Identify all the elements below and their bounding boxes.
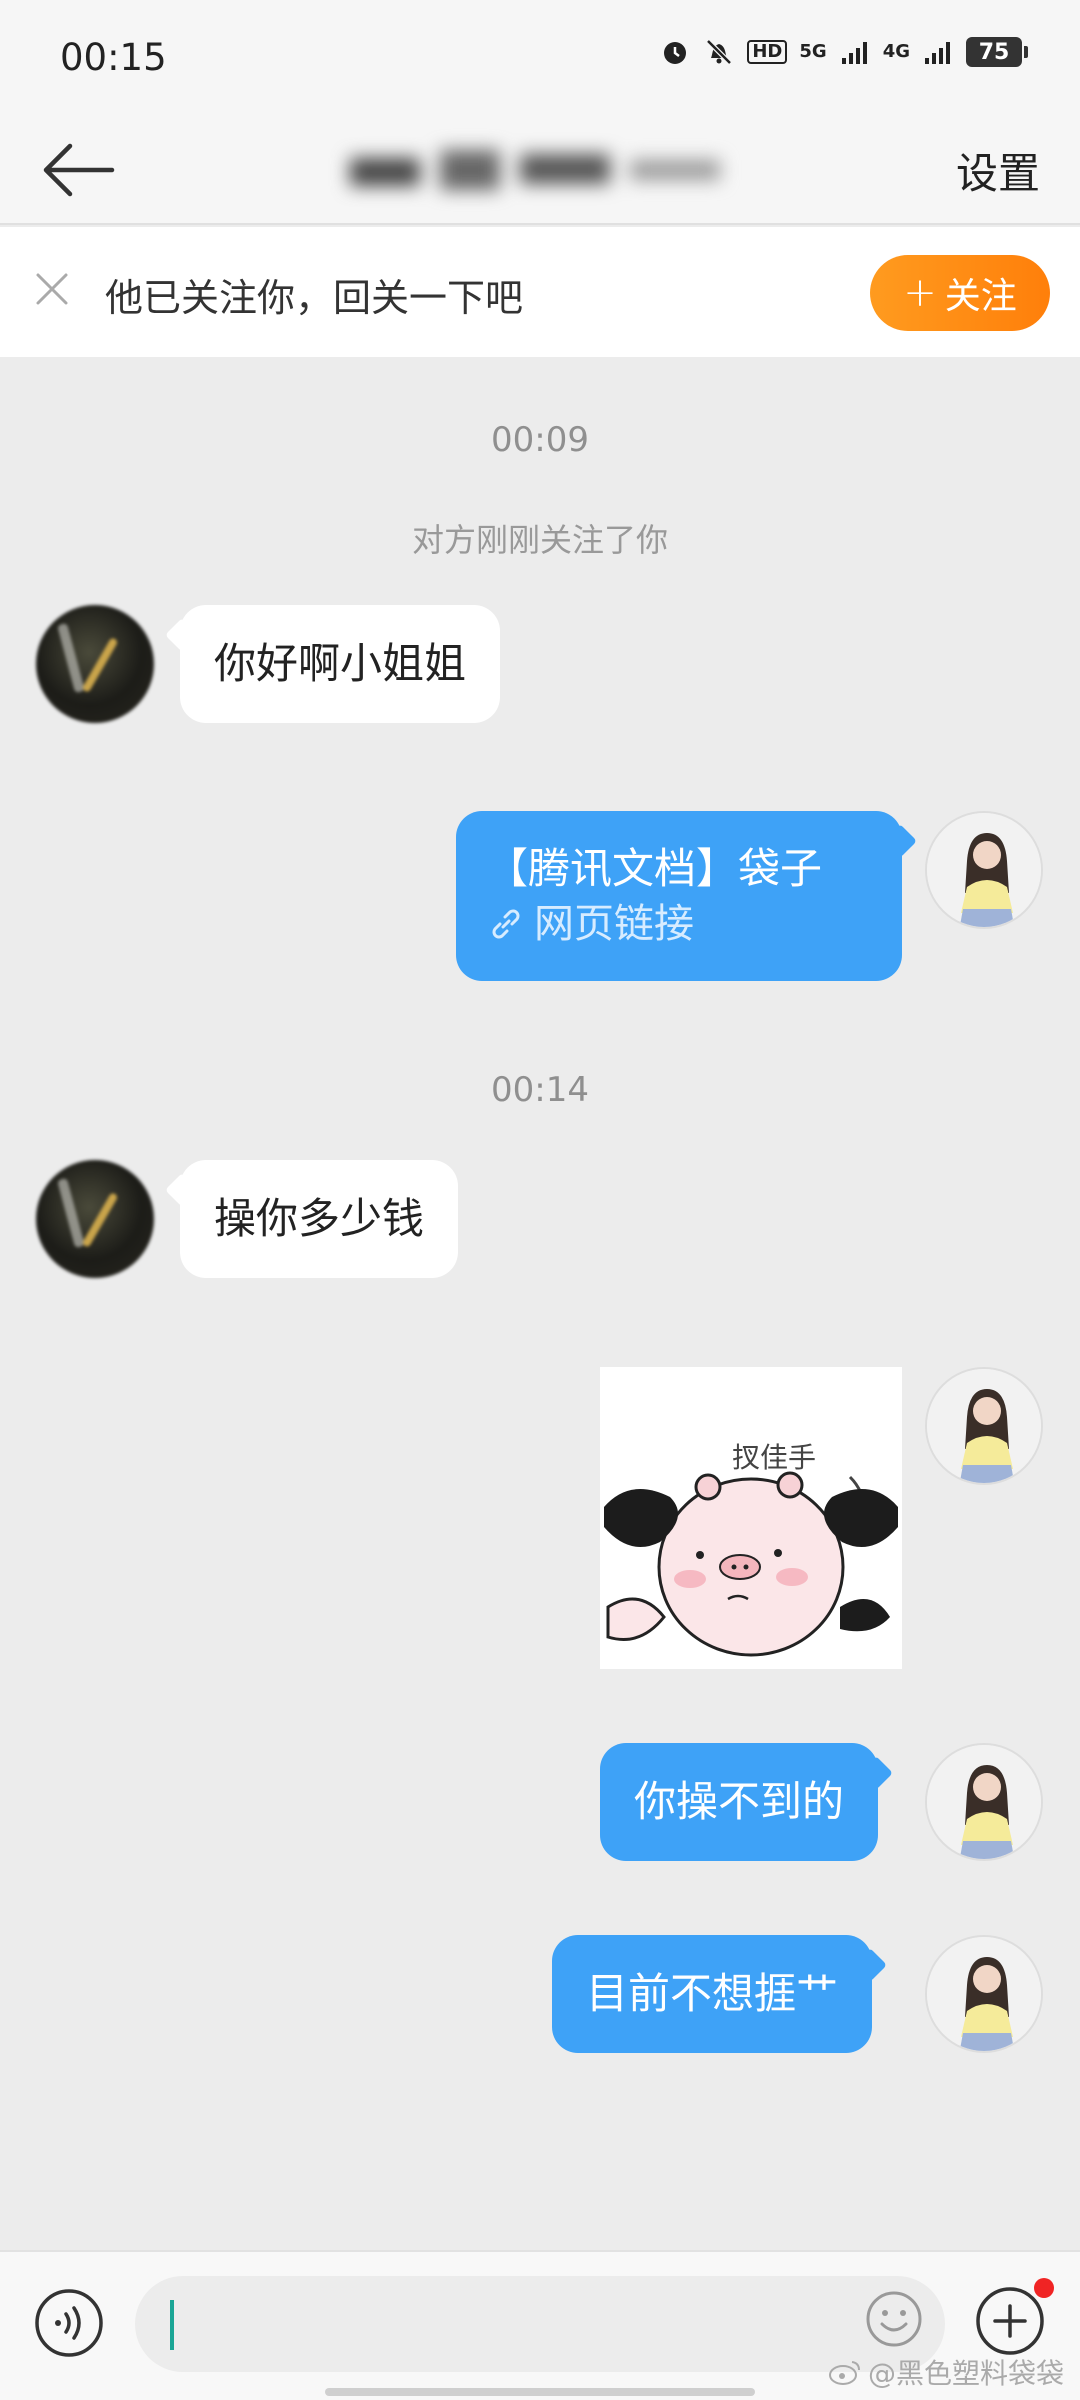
system-message: 对方刚刚关注了你 <box>411 521 668 559</box>
message-text: 你好啊小姐姐 <box>214 638 467 688</box>
redacted-name-mask <box>350 150 720 190</box>
message-bubble-incoming[interactable]: 你好啊小姐姐 <box>180 605 501 723</box>
settings-link[interactable]: 设置 <box>956 135 1040 205</box>
4g-label: 4G <box>882 41 910 62</box>
voice-icon[interactable] <box>34 2288 104 2358</box>
user-photo-icon <box>927 813 1041 927</box>
signal-icon-2 <box>925 42 950 64</box>
message-text: 目前不想捱艹 <box>586 1968 839 2018</box>
watermark-text: @黑色塑料袋袋 <box>867 2357 1064 2390</box>
link-icon <box>492 909 520 939</box>
status-bar: 00:15 HD 5G 4G 75 <box>0 0 1080 115</box>
title-bar: 设置 <box>0 115 1080 225</box>
weibo-icon <box>828 2361 860 2385</box>
link-card-bubble[interactable]: 【腾讯文档】袋子 网页链接 <box>456 811 902 981</box>
follow-button[interactable]: + 关注 <box>870 255 1050 331</box>
user-photo-icon <box>927 1745 1041 1859</box>
pig-sticker-icon: 扠佳手 <box>604 1441 898 1657</box>
contact-avatar[interactable] <box>36 605 154 723</box>
emoji-icon[interactable] <box>865 2290 923 2348</box>
message-input[interactable] <box>135 2276 945 2372</box>
my-avatar[interactable] <box>925 1935 1043 2053</box>
sticker-image[interactable]: 扠佳手 <box>600 1367 902 1669</box>
timestamp: 00:14 <box>491 1070 589 1110</box>
signal-icon <box>841 42 867 64</box>
my-avatar[interactable] <box>925 1367 1043 1485</box>
web-link[interactable]: 网页链接 <box>486 897 694 951</box>
close-banner-button[interactable] <box>30 267 74 311</box>
follow-banner-text: 他已关注你，回关一下吧 <box>105 276 524 320</box>
my-avatar[interactable] <box>925 811 1043 929</box>
battery-icon: 75 <box>966 37 1028 67</box>
5g-label: 5G <box>799 41 827 62</box>
my-avatar[interactable] <box>925 1743 1043 1861</box>
timestamp: 00:09 <box>491 420 589 460</box>
web-link-label: 网页链接 <box>534 901 694 948</box>
notification-dot <box>1034 2278 1054 2298</box>
status-icons: HD 5G 4G 75 <box>659 36 1028 68</box>
home-indicator[interactable] <box>325 2388 755 2396</box>
message-text: 操你多少钱 <box>214 1193 425 1243</box>
link-card-title: 【腾讯文档】袋子 <box>486 843 823 893</box>
follow-banner: 他已关注你，回关一下吧 + 关注 <box>0 227 1080 357</box>
message-bubble-outgoing[interactable]: 目前不想捱艹 <box>552 1935 873 2053</box>
status-time: 00:15 <box>60 36 167 79</box>
message-bubble-outgoing[interactable]: 你操不到的 <box>600 1743 879 1861</box>
alarm-icon <box>664 42 687 64</box>
mute-bell-icon <box>706 39 733 65</box>
follow-button-label: 关注 <box>944 276 1017 317</box>
contact-avatar[interactable] <box>36 1160 154 1278</box>
user-photo-icon <box>927 1937 1041 2051</box>
sticker-caption: 扠佳手 <box>732 1441 816 1474</box>
user-photo-icon <box>927 1369 1041 1483</box>
message-bubble-incoming[interactable]: 操你多少钱 <box>180 1160 459 1278</box>
plus-icon: + <box>903 270 937 316</box>
back-arrow-icon <box>43 143 115 197</box>
watermark: @黑色塑料袋袋 <box>828 2352 1064 2392</box>
message-text: 你操不到的 <box>634 1776 845 1826</box>
chat-title <box>340 135 740 205</box>
text-cursor <box>170 2300 174 2350</box>
hd-indicator: HD <box>747 40 788 64</box>
back-button[interactable] <box>40 137 120 203</box>
close-icon <box>36 273 68 305</box>
plus-icon[interactable] <box>975 2286 1045 2356</box>
